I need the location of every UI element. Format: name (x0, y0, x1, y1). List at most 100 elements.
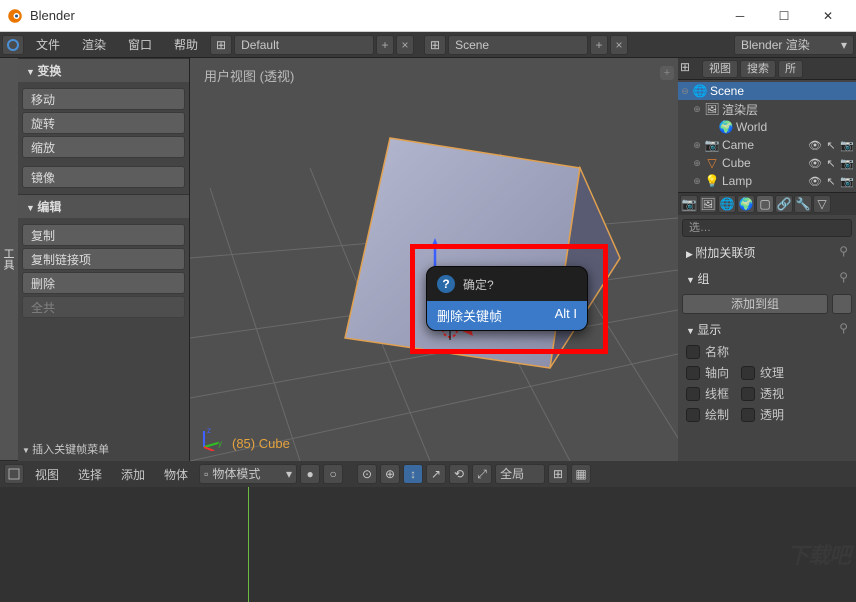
window-title: Blender (30, 8, 718, 23)
scene-browse-button[interactable]: ⊞ (424, 35, 446, 55)
group-dropdown-button[interactable] (832, 294, 852, 314)
layout-browse-button[interactable]: ⊞ (210, 35, 232, 55)
panel-transform-header[interactable]: 变换 (18, 58, 189, 82)
tree-world[interactable]: 🌍World (678, 118, 856, 136)
minimize-button[interactable]: ─ (718, 0, 762, 32)
close-button[interactable]: ✕ (806, 0, 850, 32)
question-icon: ? (437, 275, 455, 293)
tool-tab-tools[interactable]: 工具 (0, 58, 18, 461)
eye-icon[interactable]: 👁 (808, 175, 822, 188)
panel-display-header[interactable]: 显示⚲ (682, 318, 852, 341)
shading-wire-icon[interactable]: ○ (323, 464, 343, 484)
outliner-menu-all[interactable]: 所 (778, 60, 803, 78)
n-panel-toggle[interactable]: + (660, 66, 674, 80)
view3d-menu-add[interactable]: 添加 (113, 466, 153, 483)
tree-renderlayers[interactable]: ⊕🖼渲染层 (678, 100, 856, 118)
editor-type-icon[interactable] (2, 35, 24, 55)
svg-text:y: y (218, 439, 222, 448)
render-engine-dropdown[interactable]: Blender 渲染▾ (734, 35, 854, 55)
info-header: 文件 渲染 窗口 帮助 ⊞ Default + × ⊞ Scene + × Bl… (0, 32, 856, 58)
prop-tab-modifiers[interactable]: 🔧 (794, 195, 812, 213)
prop-tab-object[interactable]: ▢ (756, 195, 774, 213)
layers-icon[interactable]: ⊞ (548, 464, 568, 484)
check-wire[interactable] (686, 387, 700, 401)
view3d-menu-view[interactable]: 视图 (27, 466, 67, 483)
menu-render[interactable]: 渲染 (72, 35, 116, 55)
check-draw[interactable] (686, 408, 700, 422)
eye-icon[interactable]: 👁 (808, 157, 822, 170)
outliner-menu-search[interactable]: 搜索 (740, 60, 776, 78)
panel-edit-header[interactable]: 编辑 (18, 194, 189, 218)
check-xray[interactable] (741, 387, 755, 401)
prop-tab-render[interactable]: 📷 (680, 195, 698, 213)
tree-camera[interactable]: ⊕📷Came👁↖📷 (678, 136, 856, 154)
last-op-panel[interactable]: 插入关键帧菜单 (18, 439, 189, 461)
move-button[interactable]: 移动 (22, 88, 185, 110)
scene-add-button[interactable]: + (590, 35, 608, 55)
prop-tab-data[interactable]: ▽ (813, 195, 831, 213)
eye-icon[interactable]: 👁 (808, 139, 822, 152)
outliner-menu-view[interactable]: 视图 (702, 60, 738, 78)
scene-field[interactable]: Scene (448, 35, 588, 55)
menu-file[interactable]: 文件 (26, 35, 70, 55)
panel-group-header[interactable]: 组⚲ (682, 267, 852, 290)
orientation-dropdown[interactable]: 全局 (495, 464, 545, 484)
outliner-editor-icon[interactable]: ⊞ (680, 60, 700, 78)
cursor-icon[interactable]: ↖ (824, 175, 838, 188)
viewport-label: 用户视图 (透视) (204, 66, 294, 85)
confirm-popup: ? 确定? 删除关键帧 Alt I (426, 266, 588, 331)
layers-grid-icon[interactable]: ▦ (571, 464, 591, 484)
rotate-button[interactable]: 旋转 (22, 112, 185, 134)
prop-tab-renderlayers[interactable]: 🖼 (699, 195, 717, 213)
prop-tab-scene[interactable]: 🌐 (718, 195, 736, 213)
prop-tab-constraints[interactable]: 🔗 (775, 195, 793, 213)
manipulator-translate-icon[interactable]: ↗ (426, 464, 446, 484)
tree-lamp[interactable]: ⊕💡Lamp👁↖📷 (678, 172, 856, 190)
view3d-menu-object[interactable]: 物体 (156, 466, 196, 483)
layout-field[interactable]: Default (234, 35, 374, 55)
layout-close-button[interactable]: × (396, 35, 414, 55)
maximize-button[interactable]: ☐ (762, 0, 806, 32)
layout-add-button[interactable]: + (376, 35, 394, 55)
shading-solid-icon[interactable]: ● (300, 464, 320, 484)
menu-help[interactable]: 帮助 (164, 35, 208, 55)
outliner-tree: ⊖🌐Scene ⊕🖼渲染层 🌍World ⊕📷Came👁↖📷 ⊕▽Cube👁↖📷… (678, 80, 856, 192)
view3d-menu-select[interactable]: 选择 (70, 466, 110, 483)
mode-dropdown[interactable]: ▫物体模式▾ (199, 464, 297, 484)
3d-viewport[interactable]: 用户视图 (透视) (190, 58, 678, 461)
tree-cube[interactable]: ⊕▽Cube👁↖📷 (678, 154, 856, 172)
cursor-icon[interactable]: ↖ (824, 139, 838, 152)
mirror-button[interactable]: 镜像 (22, 166, 185, 188)
join-button[interactable]: 全共 (22, 296, 185, 318)
object-name-field[interactable]: 选… (682, 219, 852, 237)
check-transparent[interactable] (741, 408, 755, 422)
render-icon[interactable]: 📷 (840, 157, 854, 170)
render-icon[interactable]: 📷 (840, 139, 854, 152)
manipulator-toggle[interactable]: ↕ (403, 464, 423, 484)
prop-tab-world[interactable]: 🌍 (737, 195, 755, 213)
delete-keyframe-option[interactable]: 删除关键帧 Alt I (427, 301, 587, 330)
check-texture[interactable] (741, 366, 755, 380)
properties-editor: 📷 🖼 🌐 🌍 ▢ 🔗 🔧 ▽ 选… 附加关联项⚲ 组⚲ 添加到组 (678, 192, 856, 461)
tree-scene[interactable]: ⊖🌐Scene (678, 82, 856, 100)
panel-link-header[interactable]: 附加关联项⚲ (682, 241, 852, 264)
pivot-icon[interactable]: ⊙ (357, 464, 377, 484)
timeline-editor[interactable] (0, 487, 856, 602)
manipulator-rotate-icon[interactable]: ⟲ (449, 464, 469, 484)
duplicate-button[interactable]: 复制 (22, 224, 185, 246)
render-icon[interactable]: 📷 (840, 175, 854, 188)
add-to-group-button[interactable]: 添加到组 (682, 294, 828, 314)
duplicate-linked-button[interactable]: 复制链接项 (22, 248, 185, 270)
manipulator-scale-icon[interactable]: ⤢ (472, 464, 492, 484)
pivot-only-icon[interactable]: ⊕ (380, 464, 400, 484)
check-name[interactable] (686, 345, 700, 359)
view3d-editor-icon[interactable] (4, 464, 24, 484)
menu-window[interactable]: 窗口 (118, 35, 162, 55)
cursor-icon[interactable]: ↖ (824, 157, 838, 170)
playhead[interactable] (248, 487, 249, 602)
check-axis[interactable] (686, 366, 700, 380)
view3d-header: 视图 选择 添加 物体 ▫物体模式▾ ● ○ ⊙ ⊕ ↕ ↗ ⟲ ⤢ 全局 ⊞ … (0, 461, 856, 487)
scale-button[interactable]: 缩放 (22, 136, 185, 158)
delete-button[interactable]: 删除 (22, 272, 185, 294)
scene-close-button[interactable]: × (610, 35, 628, 55)
